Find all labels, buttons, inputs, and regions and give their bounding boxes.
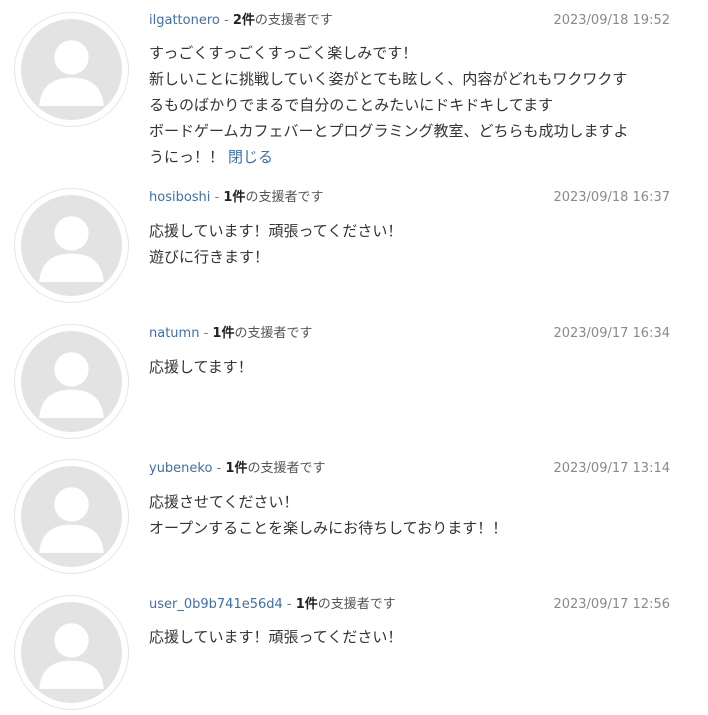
comment-line: 応援しています！頑張ってください！ <box>149 628 403 646</box>
comment-meta: ilgattonero - 2件の支援者です 2023/09/18 19:52 <box>149 11 670 31</box>
avatar[interactable] <box>14 595 129 710</box>
avatar[interactable] <box>14 12 129 127</box>
comment-meta: natumn - 1件の支援者です 2023/09/17 16:34 <box>149 324 670 344</box>
username-link[interactable]: user_0b9b741e56d4 <box>149 597 283 612</box>
username-link[interactable]: hosiboshi <box>149 190 210 205</box>
user-placeholder-icon <box>21 602 122 703</box>
comment-line: 応援させてください！ <box>149 493 299 511</box>
comment-line: 遊びに行きます！ <box>149 248 270 266</box>
comment-body: 応援しています！頑張ってください！ 遊びに行きます！ <box>149 218 674 270</box>
avatar[interactable] <box>14 188 129 303</box>
comment-meta: hosiboshi - 1件の支援者です 2023/09/18 16:37 <box>149 188 670 208</box>
supporter-label: の支援者です <box>247 461 326 476</box>
user-placeholder-icon <box>21 331 122 432</box>
supporter-label: の支援者です <box>234 326 313 341</box>
supporter-label: の支援者です <box>254 13 333 28</box>
comment-line: ボードゲームカフェバーとプログラミング教室、どちらも成功しますよ <box>149 122 629 140</box>
user-placeholder-icon <box>21 195 122 296</box>
username-link[interactable]: yubeneko <box>149 461 212 476</box>
comment-meta: user_0b9b741e56d4 - 1件の支援者です 2023/09/17 … <box>149 595 670 615</box>
comment-line: オープンすることを楽しみにお待ちしております！！ <box>149 519 508 537</box>
comment-line: 応援しています！頑張ってください！ <box>149 222 403 240</box>
collapse-link[interactable]: 閉じる <box>228 148 273 166</box>
comment-line: すっごくすっごくすっごく楽しみです！ <box>149 44 418 62</box>
comment-date: 2023/09/18 16:37 <box>553 190 670 205</box>
user-placeholder-icon <box>21 466 122 567</box>
separator: - <box>286 597 296 612</box>
support-count: 2件 <box>232 13 255 28</box>
support-count: 1件 <box>225 461 248 476</box>
comment-body: 応援してます！ <box>149 354 674 380</box>
username-link[interactable]: natumn <box>149 326 199 341</box>
support-count: 1件 <box>295 597 318 612</box>
comment-line-text: うにっ！！ <box>149 148 225 166</box>
comment-meta: yubeneko - 1件の支援者です 2023/09/17 13:14 <box>149 459 670 479</box>
supporter-label: の支援者です <box>245 190 324 205</box>
comment-line: 応援してます！ <box>149 358 253 376</box>
user-placeholder-icon <box>21 19 122 120</box>
comment-date: 2023/09/17 12:56 <box>553 597 670 612</box>
comment-date: 2023/09/17 16:34 <box>553 326 670 341</box>
support-count: 1件 <box>212 326 235 341</box>
comment-line: 新しいことに挑戦していく姿がとても眩しく、内容がどれもワクワクす <box>149 70 628 88</box>
username-link[interactable]: ilgattonero <box>149 13 220 28</box>
comment-date: 2023/09/18 19:52 <box>553 13 670 28</box>
separator: - <box>223 13 233 28</box>
support-count: 1件 <box>223 190 246 205</box>
comment-body: すっごくすっごくすっごく楽しみです！ 新しいことに挑戦していく姿がとても眩しく、… <box>149 40 674 170</box>
comment-line: るものばかりでまるで自分のことみたいにドキドキしてます <box>149 96 554 114</box>
comment-line-last: うにっ！！ 閉じる <box>149 144 674 170</box>
comment-body: 応援させてください！ オープンすることを楽しみにお待ちしております！！ <box>149 489 674 541</box>
comment-date: 2023/09/17 13:14 <box>553 461 670 476</box>
comment-body: 応援しています！頑張ってください！ <box>149 624 674 650</box>
avatar[interactable] <box>14 459 129 574</box>
avatar[interactable] <box>14 324 129 439</box>
supporter-label: の支援者です <box>317 597 396 612</box>
